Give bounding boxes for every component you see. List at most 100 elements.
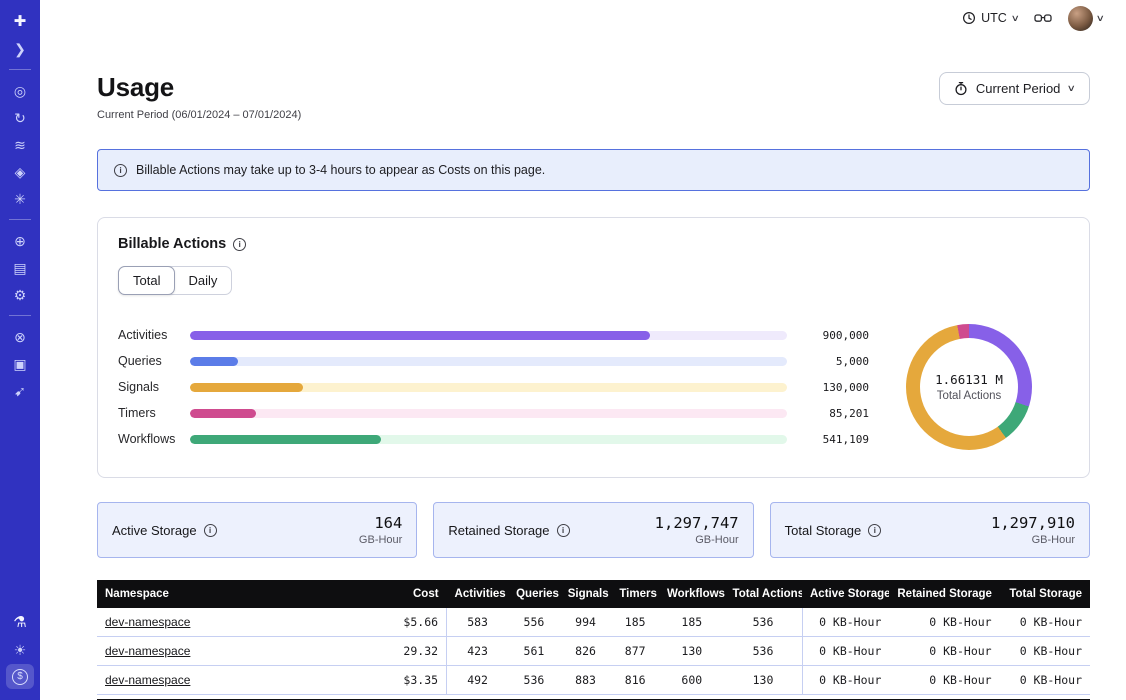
column-header-active-storage[interactable]: Active Storage bbox=[802, 580, 889, 608]
column-header-signals[interactable]: Signals bbox=[560, 580, 612, 608]
chevron-down-icon: ∨ bbox=[1010, 13, 1019, 24]
period-selector-button[interactable]: Current Period ∨ bbox=[939, 72, 1090, 105]
layers-icon: ≋ bbox=[14, 138, 26, 152]
info-icon[interactable]: i bbox=[557, 524, 570, 537]
bar-track bbox=[190, 435, 787, 444]
rocket-icon[interactable]: ➹ bbox=[6, 378, 34, 403]
collapse-sidebar-icon: ❯ bbox=[14, 42, 26, 56]
bar-value: 85,201 bbox=[803, 407, 869, 420]
sidebar-bottom-nav: ⚗☀ $ bbox=[0, 609, 40, 690]
table-cell: 600 bbox=[659, 666, 725, 695]
column-header-retained-storage[interactable]: Retained Storage bbox=[889, 580, 999, 608]
stat-unit: GB-Hour bbox=[655, 534, 739, 546]
circle-x-icon[interactable]: ⊗ bbox=[6, 324, 34, 349]
goggles-icon[interactable] bbox=[1034, 12, 1052, 25]
table-cell: 583 bbox=[447, 608, 509, 637]
info-icon[interactable]: i bbox=[233, 238, 246, 251]
table-cell: 185 bbox=[611, 608, 659, 637]
column-header-namespace[interactable]: Namespace bbox=[97, 580, 360, 608]
collapse-sidebar-icon[interactable]: ❯ bbox=[6, 36, 34, 61]
column-header-total-actions[interactable]: Total Actions bbox=[725, 580, 802, 608]
table-cell: 0 KB-Hour bbox=[802, 666, 889, 695]
column-header-timers[interactable]: Timers bbox=[611, 580, 659, 608]
asterisk-icon[interactable]: ✳ bbox=[6, 186, 34, 211]
temporal-logo-icon: ✚ bbox=[14, 14, 27, 29]
info-banner-text: Billable Actions may take up to 3-4 hour… bbox=[136, 163, 545, 177]
history-icon[interactable]: ↻ bbox=[6, 105, 34, 130]
timezone-selector[interactable]: UTC ∨ bbox=[962, 11, 1018, 25]
stopwatch-icon bbox=[954, 81, 968, 96]
column-header-activities[interactable]: Activities bbox=[447, 580, 509, 608]
main-area: UTC ∨ ∨ Usage Current Period (06/01/2024 bbox=[40, 0, 1126, 700]
donut-total-label: Total Actions bbox=[937, 390, 1002, 402]
chevron-down-icon: ∨ bbox=[1067, 83, 1076, 94]
stat-value: 164 bbox=[359, 514, 402, 532]
table-cell: 0 KB-Hour bbox=[1000, 637, 1090, 666]
table-cell: 536 bbox=[508, 666, 560, 695]
namespace-cell: dev-namespace bbox=[97, 666, 360, 695]
gear-icon[interactable]: ⚙ bbox=[6, 282, 34, 307]
tab-total[interactable]: Total bbox=[118, 266, 175, 295]
dollar-icon: $ bbox=[12, 669, 28, 685]
namespace-cell: dev-namespace bbox=[97, 608, 360, 637]
tab-daily[interactable]: Daily bbox=[174, 267, 231, 294]
stat-value: 1,297,910 bbox=[991, 514, 1075, 532]
dollar-icon[interactable]: $ bbox=[6, 664, 34, 689]
bar-value: 541,109 bbox=[803, 433, 869, 446]
table-cell: 29.32 bbox=[360, 637, 446, 666]
flask-icon[interactable]: ⚗ bbox=[6, 610, 34, 635]
panel-icon[interactable]: ▤ bbox=[6, 255, 34, 280]
namespace-cell: dev-namespace bbox=[97, 637, 360, 666]
bar-label: Activities bbox=[118, 328, 190, 342]
terminal-icon: ▣ bbox=[13, 357, 26, 371]
terminal-icon[interactable]: ▣ bbox=[6, 351, 34, 376]
card-title: Billable Actions bbox=[118, 236, 226, 252]
column-header-cost[interactable]: Cost bbox=[360, 580, 446, 608]
cube-icon[interactable]: ◈ bbox=[6, 159, 34, 184]
namespace-link[interactable]: dev-namespace bbox=[105, 615, 190, 629]
bar-label: Signals bbox=[118, 380, 190, 394]
cube-icon: ◈ bbox=[15, 165, 26, 179]
table-cell: 536 bbox=[725, 637, 802, 666]
layers-icon[interactable]: ≋ bbox=[6, 132, 34, 157]
table-cell: 994 bbox=[560, 608, 612, 637]
table-body: dev-namespace$5.665835569941851855360 KB… bbox=[97, 608, 1090, 695]
target-icon[interactable]: ◎ bbox=[6, 78, 34, 103]
info-icon[interactable]: i bbox=[204, 524, 217, 537]
column-header-queries[interactable]: Queries bbox=[508, 580, 560, 608]
temporal-logo-icon[interactable]: ✚ bbox=[6, 9, 34, 34]
total-daily-toggle: Total Daily bbox=[118, 266, 232, 295]
bar-fill bbox=[190, 357, 238, 366]
table-cell: 556 bbox=[508, 608, 560, 637]
storage-stats-row: Active Storage i 164 GB-Hour Retained St… bbox=[97, 502, 1090, 558]
column-header-total-storage[interactable]: Total Storage bbox=[1000, 580, 1090, 608]
info-banner: i Billable Actions may take up to 3-4 ho… bbox=[97, 149, 1090, 191]
column-header-workflows[interactable]: Workflows bbox=[659, 580, 725, 608]
stat-value: 1,297,747 bbox=[655, 514, 739, 532]
namespace-link[interactable]: dev-namespace bbox=[105, 644, 190, 658]
donut-chart: 1.66131 M Total Actions bbox=[906, 324, 1032, 450]
table-cell: 877 bbox=[611, 637, 659, 666]
panel-icon: ▤ bbox=[13, 261, 26, 275]
sidebar-divider bbox=[9, 219, 31, 220]
namespace-link[interactable]: dev-namespace bbox=[105, 673, 190, 687]
table-cell: 130 bbox=[659, 637, 725, 666]
info-icon: i bbox=[114, 164, 127, 177]
bar-value: 900,000 bbox=[803, 329, 869, 342]
info-icon[interactable]: i bbox=[868, 524, 881, 537]
sun-icon[interactable]: ☀ bbox=[6, 637, 34, 662]
table-cell: 0 KB-Hour bbox=[1000, 666, 1090, 695]
table-cell: 130 bbox=[725, 666, 802, 695]
bar-row-activities: Activities 900,000 bbox=[118, 329, 869, 341]
namespace-usage-table: NamespaceCostActivitiesQueriesSignalsTim… bbox=[97, 580, 1090, 695]
page-subtitle: Current Period (06/01/2024 – 07/01/2024) bbox=[97, 109, 301, 121]
globe-icon[interactable]: ⊕ bbox=[6, 228, 34, 253]
billable-actions-card: Billable Actions i Total Daily Activitie… bbox=[97, 217, 1090, 478]
bar-label: Timers bbox=[118, 406, 190, 420]
table-cell: 0 KB-Hour bbox=[802, 608, 889, 637]
table-row: dev-namespace29.324235618268771305360 KB… bbox=[97, 637, 1090, 666]
stat-label-wrap: Total Storage i bbox=[785, 523, 882, 538]
donut-chart-wrap: 1.66131 M Total Actions bbox=[869, 324, 1069, 450]
stat-unit: GB-Hour bbox=[991, 534, 1075, 546]
user-menu[interactable]: ∨ bbox=[1068, 6, 1104, 31]
